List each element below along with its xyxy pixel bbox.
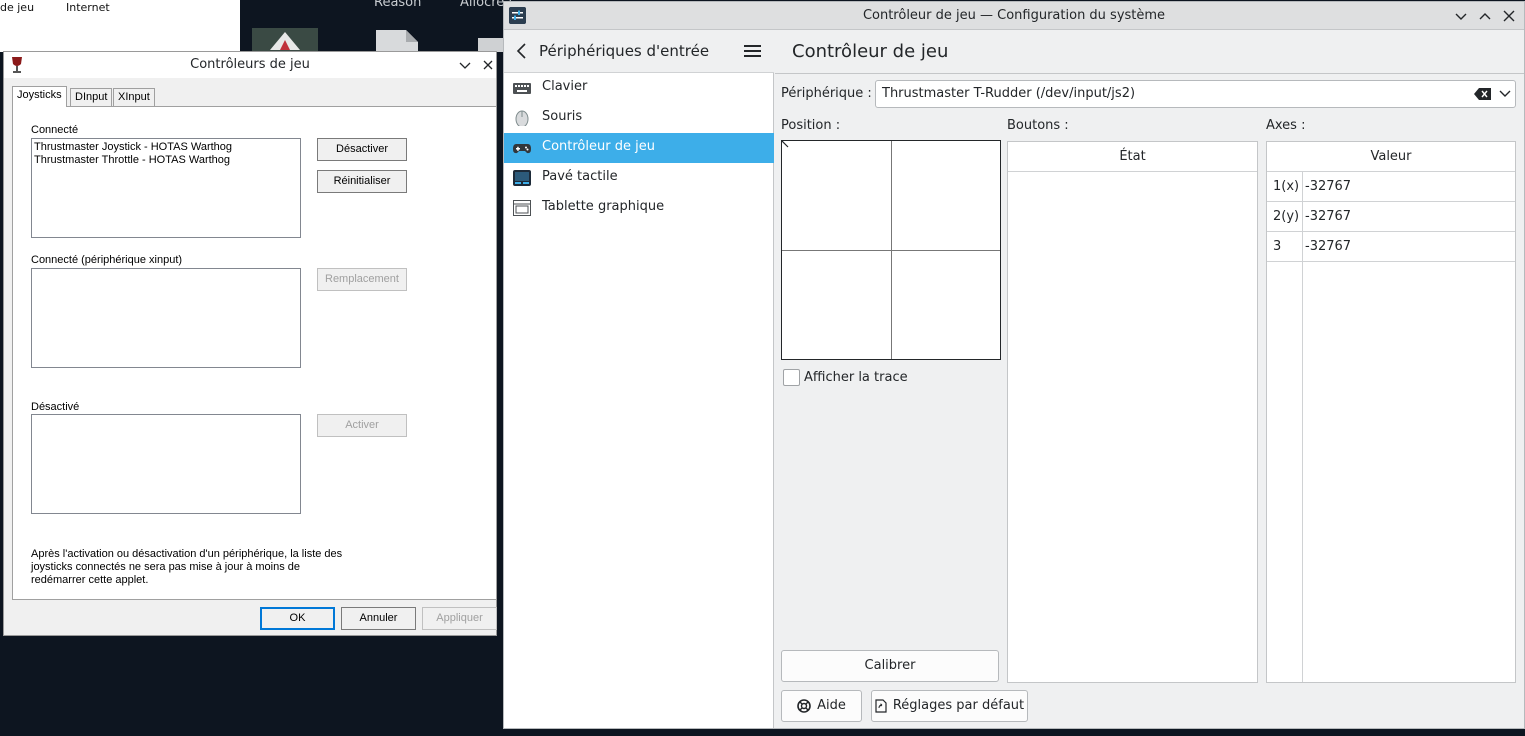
- disabled-label: Désactivé: [31, 401, 80, 413]
- xinput-connected-label: Connecté (périphérique xinput): [31, 254, 183, 266]
- list-item[interactable]: Thrustmaster Throttle - HOTAS Warthog: [34, 154, 298, 167]
- sidebar-item-mouse[interactable]: Souris: [504, 103, 774, 133]
- help-button-label: Aide: [817, 698, 846, 713]
- maximize-icon[interactable]: [1476, 7, 1494, 25]
- sidebar-header: Périphériques d'entrée: [504, 31, 774, 73]
- axis-value: -32767: [1305, 239, 1352, 254]
- close-icon[interactable]: [1500, 7, 1518, 25]
- show-trace-checkbox[interactable]: [783, 369, 800, 386]
- tab-dinput[interactable]: DInput: [70, 88, 113, 106]
- minimize-icon[interactable]: [1452, 7, 1470, 25]
- disabled-list[interactable]: [31, 414, 301, 514]
- sidebar: Périphériques d'entrée Clavier Souris Co…: [504, 31, 774, 728]
- override-button-label: Remplacement: [325, 273, 399, 285]
- sidebar-item-label: Clavier: [542, 79, 588, 94]
- document-reset-icon: [875, 698, 887, 713]
- wine-dialog-title: Contrôleurs de jeu: [190, 57, 310, 72]
- touchpad-icon: [513, 170, 531, 186]
- restart-note: Après l'activation ou désactivation d'un…: [31, 548, 343, 586]
- show-trace-label: Afficher la trace: [804, 370, 908, 385]
- buttons-label: Boutons :: [1007, 118, 1069, 133]
- connected-label: Connecté: [31, 124, 79, 136]
- axes-table[interactable]: Valeur 1(x) -32767 2(y) -32767 3 -32767: [1266, 141, 1516, 683]
- position-display: [781, 140, 1001, 360]
- sidebar-category-title: Périphériques d'entrée: [539, 42, 710, 60]
- axes-column-header[interactable]: Valeur: [1267, 142, 1515, 172]
- device-value: Thrustmaster T-Rudder (/dev/input/js2): [882, 86, 1136, 101]
- background-file-manager: de jeu Internet: [0, 0, 240, 52]
- clear-text-icon[interactable]: [1474, 87, 1492, 101]
- axes-label: Axes :: [1266, 118, 1306, 133]
- desktop-label-reason[interactable]: Reason: [374, 0, 421, 10]
- position-horizontal-axis: [782, 250, 1000, 251]
- background-file-col1: de jeu: [0, 1, 35, 14]
- reset-button-label: Réinitialiser: [333, 175, 391, 187]
- background-file-col2: Internet: [66, 1, 110, 14]
- kde-titlebar[interactable]: Contrôleur de jeu — Configuration du sys…: [504, 2, 1524, 30]
- axis-value: -32767: [1305, 209, 1352, 224]
- chevron-down-icon[interactable]: [1498, 89, 1512, 99]
- table-row[interactable]: 1(x) -32767: [1267, 172, 1515, 202]
- position-cursor-icon: [782, 141, 789, 148]
- kde-window-title: Contrôleur de jeu — Configuration du sys…: [862, 8, 1166, 23]
- wine-titlebar[interactable]: Contrôleurs de jeu: [4, 52, 496, 78]
- table-row[interactable]: 2(y) -32767: [1267, 202, 1515, 232]
- chevron-down-icon[interactable]: [456, 56, 474, 74]
- device-combobox[interactable]: Thrustmaster T-Rudder (/dev/input/js2): [875, 80, 1516, 108]
- back-arrow-icon[interactable]: [514, 42, 530, 60]
- desktop-app-icon[interactable]: [252, 28, 318, 52]
- sidebar-item-label: Tablette graphique: [542, 199, 665, 214]
- kde-system-settings-window: Contrôleur de jeu — Configuration du sys…: [503, 1, 1525, 729]
- header-divider: [775, 73, 1524, 74]
- sidebar-item-keyboard[interactable]: Clavier: [504, 73, 774, 103]
- desktop-file-icon-2[interactable]: [478, 28, 503, 52]
- calibrate-button[interactable]: Calibrer: [781, 650, 999, 682]
- help-lifebuoy-icon: [797, 698, 811, 713]
- defaults-button[interactable]: Réglages par défaut: [871, 690, 1028, 722]
- sidebar-item-label: Pavé tactile: [542, 169, 618, 184]
- axis-value: -32767: [1305, 179, 1352, 194]
- position-label: Position :: [781, 118, 841, 133]
- sidebar-item-label: Souris: [542, 109, 583, 124]
- disable-button[interactable]: Désactiver: [317, 138, 407, 161]
- axis-id: 2(y): [1273, 209, 1300, 224]
- axis-id: 1(x): [1273, 179, 1300, 194]
- axis-id: 3: [1273, 239, 1282, 254]
- wine-game-controllers-dialog: Contrôleurs de jeu Joysticks DInput XInp…: [3, 51, 497, 636]
- sidebar-item-graphics-tablet[interactable]: Tablette graphique: [504, 193, 774, 223]
- help-button[interactable]: Aide: [781, 690, 862, 722]
- calibrate-button-label: Calibrer: [864, 658, 916, 673]
- override-button[interactable]: Remplacement: [317, 268, 407, 291]
- list-item[interactable]: Thrustmaster Joystick - HOTAS Warthog: [34, 141, 298, 154]
- xinput-list[interactable]: [31, 268, 301, 368]
- defaults-button-label: Réglages par défaut: [892, 698, 1025, 713]
- close-icon[interactable]: [479, 56, 497, 74]
- table-row[interactable]: 3 -32767: [1267, 232, 1515, 262]
- device-label: Périphérique :: [781, 86, 872, 101]
- enable-button[interactable]: Activer: [317, 414, 407, 437]
- ok-button[interactable]: OK: [260, 607, 335, 630]
- sidebar-item-label: Contrôleur de jeu: [542, 139, 655, 154]
- keyboard-icon: [513, 83, 531, 94]
- gamepad-icon: [513, 144, 531, 154]
- desktop-file-icon[interactable]: [374, 28, 420, 52]
- apply-button[interactable]: Appliquer: [422, 607, 497, 630]
- page-title: Contrôleur de jeu: [792, 41, 949, 62]
- mouse-icon: [515, 110, 529, 126]
- tablet-icon: [513, 200, 531, 216]
- enable-button-label: Activer: [345, 419, 379, 431]
- tab-xinput[interactable]: XInput: [113, 88, 155, 106]
- sidebar-item-game-controller[interactable]: Contrôleur de jeu: [504, 133, 774, 163]
- cancel-button[interactable]: Annuler: [341, 607, 416, 630]
- sidebar-item-touchpad[interactable]: Pavé tactile: [504, 163, 774, 193]
- buttons-column-header[interactable]: État: [1008, 142, 1257, 172]
- hamburger-menu-icon[interactable]: [744, 44, 762, 58]
- tab-joysticks[interactable]: Joysticks: [12, 86, 67, 107]
- joysticks-panel: Connecté Thrustmaster Joystick - HOTAS W…: [12, 106, 497, 600]
- buttons-table[interactable]: État: [1007, 141, 1258, 683]
- disable-button-label: Désactiver: [336, 143, 388, 155]
- connected-list[interactable]: Thrustmaster Joystick - HOTAS Warthog Th…: [31, 138, 301, 238]
- reset-button[interactable]: Réinitialiser: [317, 170, 407, 193]
